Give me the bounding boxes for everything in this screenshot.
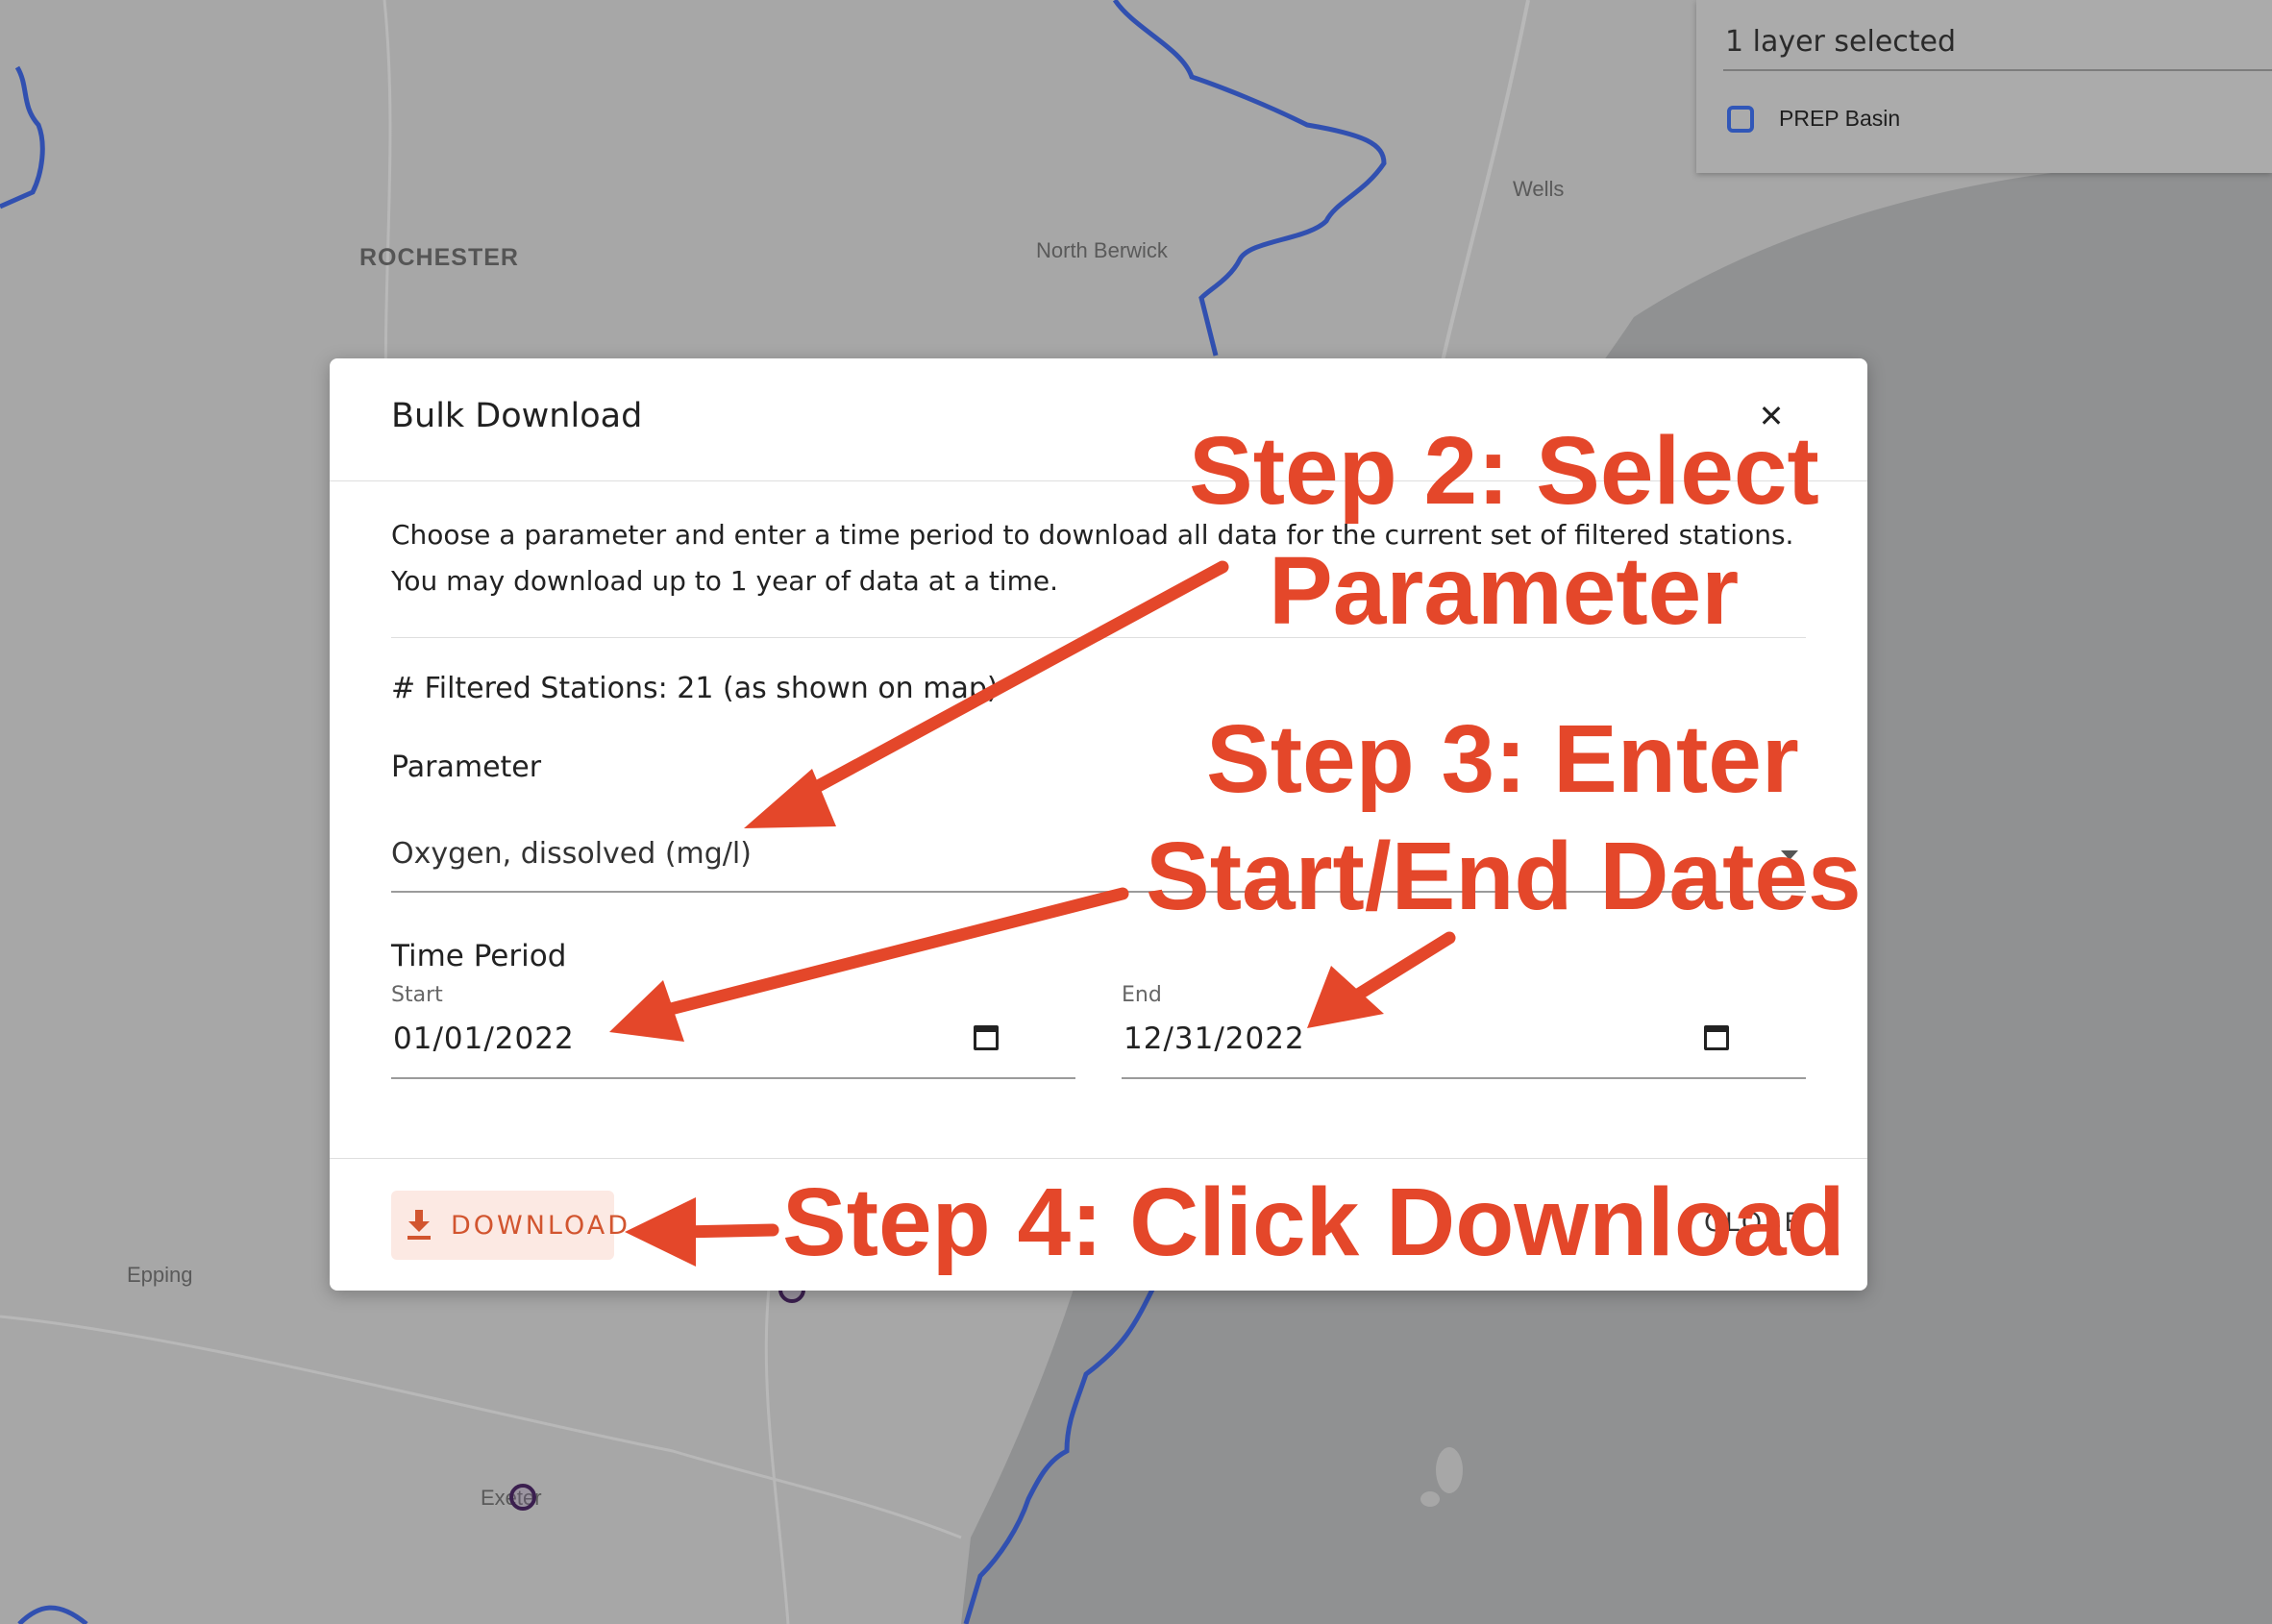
- layer-label-prep-basin: PREP Basin: [1779, 106, 1901, 131]
- calendar-icon[interactable]: [974, 1025, 999, 1050]
- layer-selection-summary: 1 layer selected: [1725, 25, 1957, 59]
- layer-panel: 1 layer selected PREP Basin: [1696, 0, 2272, 173]
- download-button[interactable]: DOWNLOAD: [391, 1191, 628, 1260]
- layer-checkbox-prep-basin[interactable]: [1727, 106, 1754, 133]
- map-label-wells: Wells: [1513, 177, 1565, 201]
- station-marker[interactable]: [509, 1484, 536, 1511]
- step2-line1: Step 2: Select: [1189, 417, 1819, 525]
- filtered-stations-count: # Filtered Stations: 21 (as shown on map…: [391, 672, 999, 705]
- step2-line2: Parameter: [1269, 537, 1740, 645]
- map-label-north-berwick: North Berwick: [1036, 238, 1168, 262]
- layer-panel-divider: [1723, 69, 2272, 71]
- start-date-label: Start: [391, 983, 443, 1007]
- download-icon: [407, 1210, 431, 1240]
- dialog-title: Bulk Download: [391, 397, 643, 435]
- map-label-rochester: ROCHESTER: [359, 244, 519, 271]
- calendar-icon[interactable]: [1704, 1025, 1729, 1050]
- map-label-epping: Epping: [127, 1263, 193, 1287]
- time-period-label: Time Period: [391, 939, 567, 973]
- end-date-value[interactable]: 12/31/2022: [1124, 1021, 1305, 1056]
- start-date-field[interactable]: Start 01/01/2022: [391, 983, 1075, 1079]
- end-date-field[interactable]: End 12/31/2022: [1122, 983, 1806, 1079]
- step3-line1: Step 3: Enter: [1206, 705, 1799, 813]
- download-button-label: DOWNLOAD: [451, 1211, 631, 1241]
- start-date-underline: [391, 1077, 1075, 1079]
- step3-line2: Start/End Dates: [1146, 823, 1862, 930]
- footer-divider: [330, 1158, 1867, 1159]
- end-date-underline: [1122, 1077, 1806, 1079]
- step4-text: Step 4: Click Download: [782, 1169, 1845, 1276]
- start-date-value[interactable]: 01/01/2022: [393, 1021, 575, 1056]
- end-date-label: End: [1122, 983, 1162, 1007]
- parameter-selected-value: Oxygen, dissolved (mg/l): [391, 837, 752, 871]
- parameter-label: Parameter: [391, 750, 542, 784]
